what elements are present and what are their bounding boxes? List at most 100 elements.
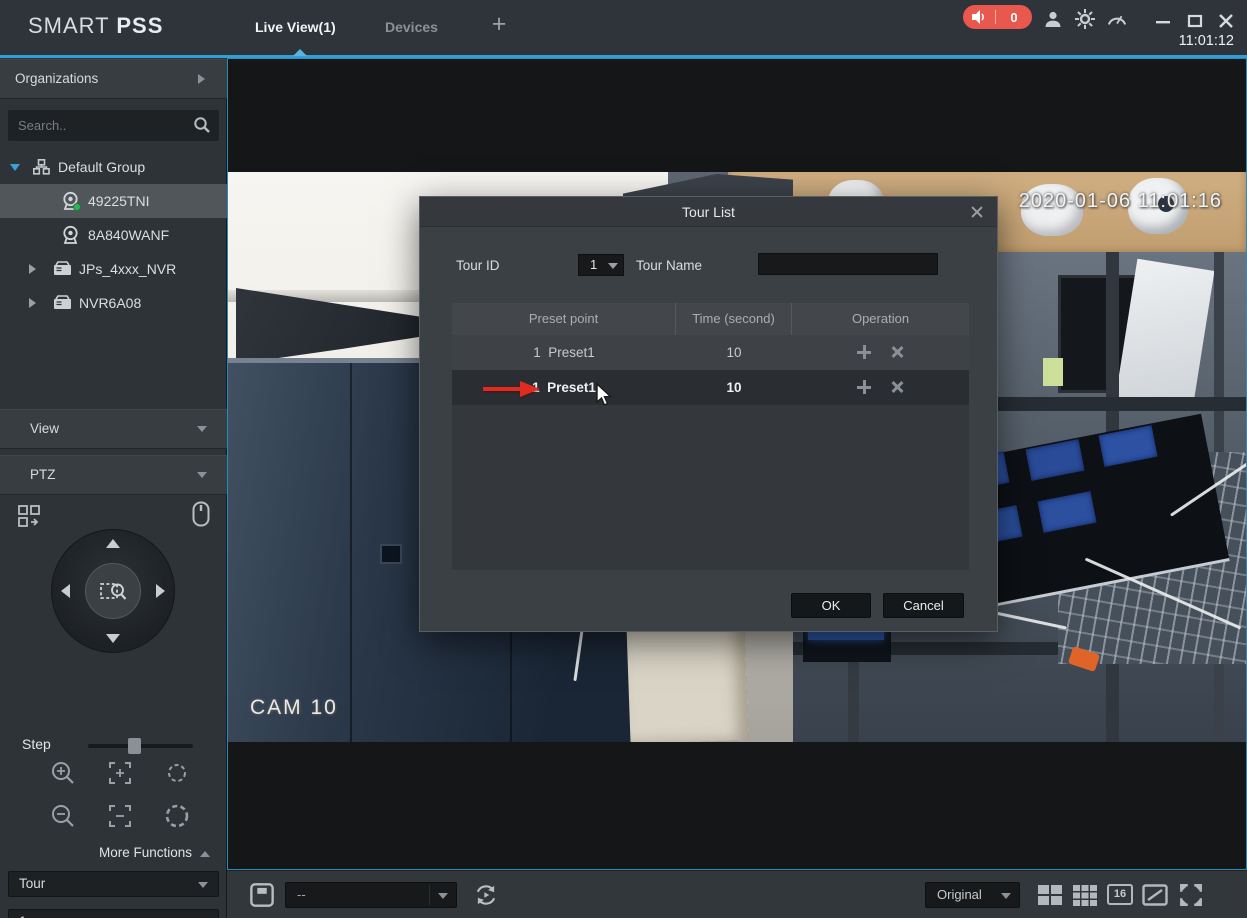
delete-preset-icon[interactable] [890, 345, 904, 359]
table-row[interactable]: 1 Preset1 10 [452, 335, 969, 370]
zoom-out-button[interactable] [48, 801, 78, 831]
ptz-section-header[interactable]: PTZ [0, 455, 227, 495]
chevron-right-icon [198, 74, 205, 84]
stream-select[interactable]: -- [285, 882, 457, 908]
tour-list-dialog: Tour List Tour ID 1 Tour Name Preset poi… [419, 196, 998, 632]
nvr-icon [53, 295, 72, 310]
system-clock: 11:01:12 [1179, 33, 1234, 49]
cancel-button[interactable]: Cancel [883, 593, 964, 618]
liveview-bottom-toolbar: -- Original 16 [227, 870, 1247, 918]
ptz-function-select[interactable]: Tour [8, 871, 219, 897]
tour-name-label: Tour Name [636, 258, 702, 273]
camera-name-osd: CAM 10 [250, 696, 338, 720]
smartpss-window: SMART PSS Live View(1) Devices + 0 11:01… [0, 0, 1247, 918]
fullscreen-icon[interactable] [1178, 882, 1204, 908]
ptz-left-arrow[interactable] [61, 584, 70, 598]
minimize-button[interactable] [1154, 12, 1172, 30]
preset-table: Preset point Time (second) Operation 1 P… [452, 303, 969, 570]
chevron-down-icon [1001, 893, 1011, 899]
mouse-control-icon[interactable] [192, 501, 210, 527]
scale-select-value: Original [937, 887, 982, 902]
camera-icon [61, 225, 80, 245]
tab-devices[interactable]: Devices [385, 19, 438, 35]
add-tab-button[interactable]: + [486, 12, 512, 38]
user-icon[interactable] [1043, 9, 1063, 29]
close-button[interactable] [1217, 12, 1235, 30]
tree-device-nvr6a08[interactable]: NVR6A08 [0, 286, 227, 320]
refresh-tour-icon[interactable] [473, 882, 499, 908]
tour-id-label: Tour ID [456, 258, 500, 273]
ptz-up-arrow[interactable] [106, 539, 120, 548]
settings-gear-icon[interactable] [1075, 9, 1095, 29]
save-view-icon[interactable] [249, 882, 275, 908]
online-dot [73, 203, 81, 211]
view-label: View [30, 421, 59, 436]
active-tab-notch [293, 49, 307, 56]
chevron-down-icon [608, 263, 618, 269]
sidebar: Organizations Default Group 49225TNI 8A8… [0, 58, 227, 918]
column-header-preset: Preset point [452, 303, 676, 335]
chevron-up-icon[interactable] [200, 851, 210, 857]
scale-select[interactable]: Original [925, 882, 1020, 908]
dashboard-gauge-icon[interactable] [1107, 9, 1127, 29]
tree-device-49225tni[interactable]: 49225TNI [0, 184, 227, 218]
delete-preset-icon[interactable] [890, 380, 904, 394]
group-icon [33, 159, 50, 175]
ptz-down-arrow[interactable] [106, 634, 120, 643]
preset-name: Preset1 [548, 345, 595, 360]
add-preset-icon[interactable] [857, 345, 871, 359]
search-input[interactable] [8, 110, 186, 141]
more-functions-toggle[interactable]: More Functions [99, 845, 192, 860]
preset-goto-icon[interactable] [18, 505, 42, 529]
focus-near-button[interactable] [105, 758, 135, 788]
group-label: Default Group [58, 150, 145, 184]
step-slider[interactable] [88, 744, 193, 748]
grid-16-split-button[interactable]: 16 [1107, 884, 1133, 905]
maximize-button[interactable] [1186, 12, 1204, 30]
expanded-triangle-icon[interactable] [10, 164, 20, 171]
ptz-function-value: Tour [19, 876, 45, 891]
iris-close-button[interactable] [162, 758, 192, 788]
dialog-close-icon[interactable] [969, 204, 985, 220]
grid-9-split-icon[interactable] [1072, 882, 1098, 908]
collapsed-triangle-icon[interactable] [29, 298, 36, 308]
search-icon[interactable] [193, 116, 211, 134]
zoom-in-button[interactable] [48, 758, 78, 788]
tab-live-view[interactable]: Live View(1) [255, 19, 336, 35]
collapsed-triangle-icon[interactable] [29, 264, 36, 274]
custom-split-icon[interactable] [1142, 882, 1168, 908]
chevron-down-icon [197, 472, 207, 478]
preset-time: 10 [676, 335, 792, 370]
focus-far-button[interactable] [105, 801, 135, 831]
stream-select-value: -- [297, 887, 306, 902]
step-slider-handle[interactable] [128, 738, 141, 754]
iris-open-button[interactable] [162, 801, 192, 831]
tree-group-default[interactable]: Default Group [0, 150, 227, 184]
device-label: NVR6A08 [79, 286, 141, 320]
tree-device-jps-4xxx-nvr[interactable]: JPs_4xxx_NVR [0, 252, 227, 286]
ptz-3d-position-button[interactable] [85, 563, 141, 619]
preset-time: 10 [676, 370, 792, 405]
add-preset-icon[interactable] [857, 380, 871, 394]
mouse-cursor [596, 383, 614, 407]
video-timestamp-osd: 2020-01-06 11:01:16 [1019, 190, 1222, 213]
ptz-right-arrow[interactable] [156, 584, 165, 598]
alarm-badge[interactable]: 0 [963, 5, 1032, 29]
step-label: Step [22, 736, 51, 752]
preset-index: 1 [533, 345, 541, 360]
tour-id-select[interactable]: 1 [578, 254, 624, 276]
table-header-row: Preset point Time (second) Operation [452, 303, 969, 335]
tour-name-input[interactable] [758, 253, 938, 275]
device-search[interactable] [8, 110, 219, 141]
chevron-down-icon [438, 893, 448, 899]
organizations-header[interactable]: Organizations [0, 59, 227, 99]
dialog-title: Tour List [420, 197, 997, 227]
ptz-joystick[interactable] [51, 529, 175, 653]
tour-number-select[interactable]: 1 [8, 909, 219, 918]
view-section-header[interactable]: View [0, 409, 227, 449]
grid-4-split-icon[interactable] [1037, 882, 1063, 908]
tree-device-8a840wanf[interactable]: 8A840WANF [0, 218, 227, 252]
nvr-icon [53, 261, 72, 276]
device-label: 49225TNI [88, 184, 149, 218]
ok-button[interactable]: OK [791, 593, 871, 618]
